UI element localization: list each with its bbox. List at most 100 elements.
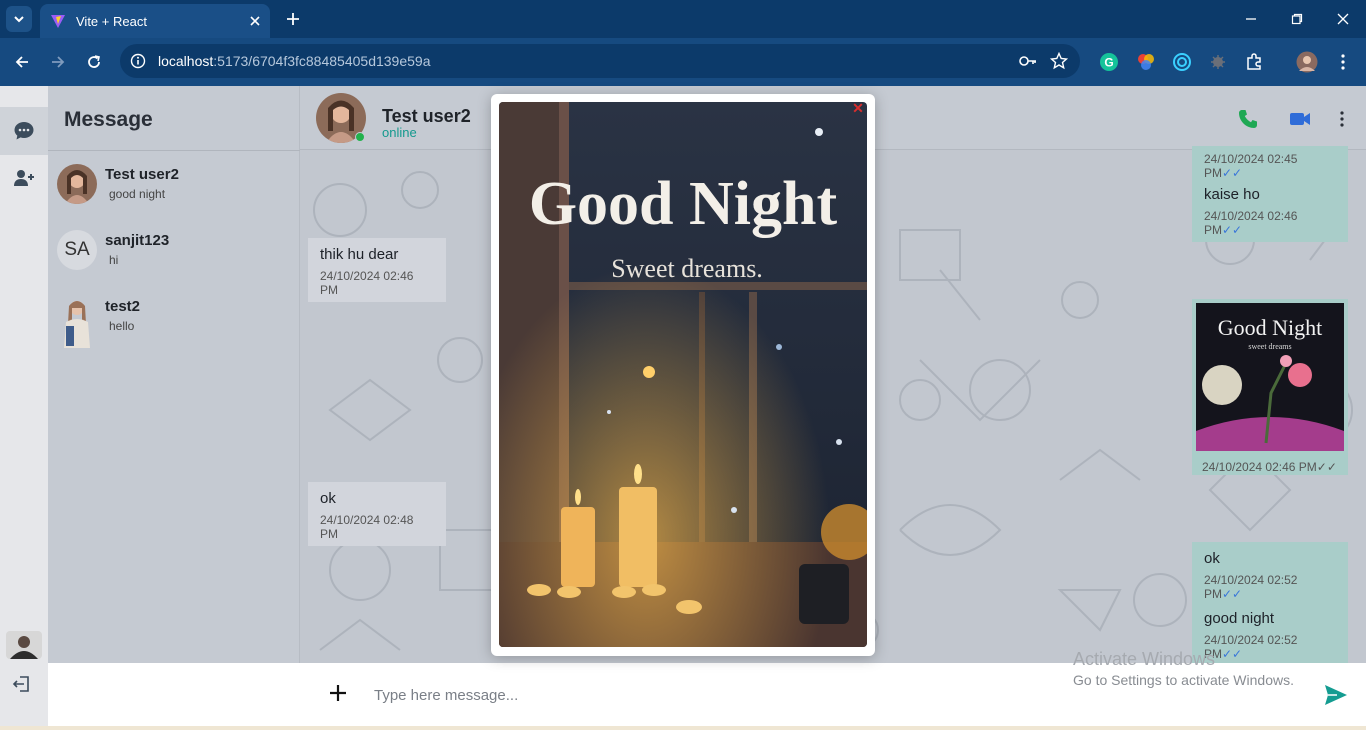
restore-button[interactable] — [1285, 8, 1309, 30]
new-tab-button[interactable] — [282, 8, 304, 30]
send-button[interactable] — [1322, 681, 1350, 709]
contact-last-message: good night — [109, 187, 166, 201]
message-text: ok — [1204, 550, 1220, 567]
image-message[interactable]: Good Night sweet dreams 24/10/2024 02:46… — [1192, 299, 1348, 475]
preview-image: Good Night Sweet dreams. — [499, 102, 867, 647]
image-subcaption: sweet dreams — [1248, 342, 1291, 351]
message-text: ok — [320, 490, 336, 507]
minimize-icon — [1246, 18, 1256, 20]
profile-avatar[interactable] — [1295, 50, 1319, 74]
read-receipt-icon: ✓✓ — [1316, 460, 1337, 474]
browser-tab[interactable]: Vite + React — [40, 4, 270, 38]
message-composer: Activate Windows Go to Settings to activ… — [48, 649, 1366, 726]
chat-menu-button[interactable] — [1329, 106, 1355, 132]
read-receipt-icon: ✓✓ — [1222, 223, 1243, 237]
arrow-right-icon — [52, 56, 65, 68]
color-picker-extension-icon[interactable] — [1134, 50, 1158, 74]
bookmark-star-icon[interactable] — [1050, 52, 1068, 70]
image-caption: Good Night — [1218, 315, 1323, 340]
contact-name: sanjit123 — [105, 232, 170, 249]
message-text: kaise ho — [1204, 186, 1260, 203]
taskbar-edge — [0, 726, 1366, 730]
message-text: thik hu dear — [320, 246, 399, 263]
watermark-subtitle: Go to Settings to activate Windows. — [1073, 672, 1294, 688]
sidebar-title: Message — [64, 108, 153, 131]
video-camera-icon — [1290, 113, 1310, 125]
url-host: localhost — [158, 53, 214, 69]
logout-button[interactable] — [10, 672, 34, 696]
url-path: :5173/6704f3fc88485405d139e59a — [213, 53, 431, 69]
watermark-title: Activate Windows — [1073, 649, 1216, 669]
add-friend-nav-button[interactable] — [0, 154, 48, 202]
vite-logo-icon — [51, 15, 65, 28]
plus-icon — [287, 13, 299, 25]
browser-toolbar: localhost:5173/6704f3fc88485405d139e59a … — [0, 38, 1366, 86]
extensions-puzzle-icon[interactable] — [1242, 50, 1266, 74]
contact-item[interactable]: test2 hello — [48, 296, 300, 356]
image-thumbnail[interactable]: Good Night sweet dreams — [1196, 303, 1344, 451]
message-time: 24/10/2024 02:48 PM — [320, 513, 414, 541]
contact-last-message: hello — [109, 319, 135, 333]
avatar-initials: SA — [57, 230, 97, 270]
chat-contact-name: Test user2 — [382, 106, 471, 126]
message-bubble-out: ok 24/10/2024 02:52 PM✓✓ — [1192, 542, 1348, 606]
back-button[interactable] — [10, 50, 34, 74]
reload-button[interactable] — [82, 50, 106, 74]
tab-search-button[interactable] — [6, 6, 32, 32]
password-key-icon[interactable] — [1018, 53, 1038, 69]
site-info-icon[interactable] — [130, 53, 146, 69]
arrow-left-icon — [15, 56, 28, 68]
chat-bubble-icon — [14, 122, 34, 140]
url-text: localhost:5173/6704f3fc88485405d139e59a — [158, 53, 430, 69]
close-modal-button[interactable]: ✕ — [851, 100, 865, 116]
video-call-button[interactable] — [1287, 106, 1313, 132]
user-plus-icon — [14, 170, 34, 186]
contact-name: test2 — [105, 298, 141, 315]
message-time: 24/10/2024 02:46 PM✓✓ — [1202, 460, 1337, 474]
nav-rail — [0, 86, 48, 726]
message-input[interactable] — [374, 681, 1074, 709]
message-bubble-in: thik hu dear 24/10/2024 02:46 PM — [308, 238, 446, 302]
avatar — [60, 296, 94, 348]
read-receipt-icon: ✓✓ — [1222, 587, 1243, 601]
contact-last-message: hi — [109, 253, 119, 267]
message-bubble-out: kaise ho 24/10/2024 02:46 PM✓✓ — [1192, 178, 1348, 242]
message-text: good night — [1204, 610, 1275, 627]
conversation-sidebar: Message Test user2 good night SA sanjit1… — [48, 86, 300, 663]
forward-button[interactable] — [46, 50, 70, 74]
online-indicator — [355, 132, 365, 142]
chat-contact-status: online — [382, 125, 417, 140]
more-vertical-icon — [1341, 54, 1345, 70]
close-window-button[interactable] — [1331, 8, 1355, 30]
attach-button[interactable] — [326, 681, 350, 705]
bug-extension-icon[interactable] — [1206, 50, 1230, 74]
svg-text:G: G — [1104, 56, 1113, 70]
chevron-down-icon — [14, 16, 24, 23]
send-icon — [1325, 685, 1347, 705]
avatar — [57, 164, 97, 204]
image-preview-modal: Good Night Sweet dreams. — [491, 94, 875, 656]
voice-call-button[interactable] — [1235, 106, 1261, 132]
message-time: 24/10/2024 02:46 PM — [320, 269, 414, 297]
address-bar[interactable]: localhost:5173/6704f3fc88485405d139e59a — [120, 44, 1080, 78]
message-time: 24/10/2024 02:45 PM✓✓ — [1204, 152, 1298, 180]
windows-activation-watermark: Activate Windows Go to Settings to activ… — [1073, 649, 1294, 688]
phone-icon — [1239, 110, 1257, 128]
contact-item[interactable]: Test user2 good night — [48, 164, 300, 224]
logout-icon — [12, 676, 29, 692]
message-bubble-in: ok 24/10/2024 02:48 PM — [308, 482, 446, 546]
contact-item[interactable]: SA sanjit123 hi — [48, 230, 300, 290]
plus-icon — [330, 685, 346, 701]
browser-tabbar: Vite + React — [0, 0, 1366, 38]
preview-image-subtitle: Sweet dreams. — [611, 254, 763, 283]
reload-icon — [88, 55, 100, 68]
message-time: 24/10/2024 02:46 PM✓✓ — [1204, 209, 1298, 237]
target-extension-icon[interactable] — [1170, 50, 1194, 74]
current-user-avatar[interactable] — [6, 631, 42, 659]
restore-icon — [1291, 13, 1303, 25]
grammarly-extension-icon[interactable]: G — [1097, 50, 1121, 74]
chats-nav-button[interactable] — [0, 107, 48, 155]
close-tab-icon[interactable] — [250, 16, 260, 26]
browser-menu-button[interactable] — [1331, 50, 1355, 74]
minimize-button[interactable] — [1239, 8, 1263, 30]
